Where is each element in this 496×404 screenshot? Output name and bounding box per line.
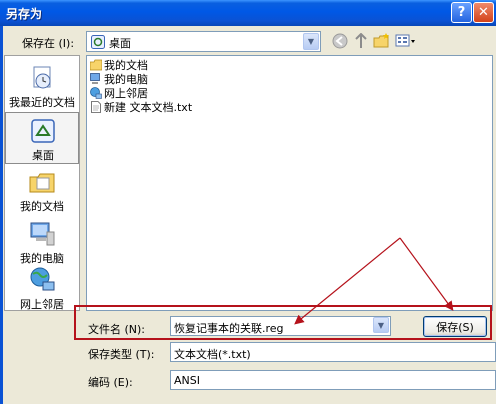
- filename-input[interactable]: 恢复记事本的关联.reg ▼: [170, 316, 391, 336]
- desktop-icon: [91, 35, 105, 49]
- view-menu-icon: [395, 34, 415, 47]
- network-icon: [30, 267, 55, 291]
- up-folder-button[interactable]: [352, 32, 370, 50]
- encoding-dropdown[interactable]: ANSI: [170, 370, 496, 390]
- place-network[interactable]: 网上邻居: [5, 262, 79, 314]
- places-bar: 我最近的文档 桌面 我的文档 我的电脑 网上邻居: [4, 55, 80, 311]
- place-label: 网上邻居: [20, 298, 64, 311]
- back-button[interactable]: [331, 32, 349, 50]
- file-list[interactable]: 我的文档 我的电脑 网上邻居 新建 文本文档.txt: [86, 55, 493, 311]
- place-label: 我最近的文档: [9, 96, 75, 109]
- filetype-value: 文本文档(*.txt): [174, 348, 251, 361]
- help-icon: ?: [457, 5, 466, 20]
- save-in-dropdown[interactable]: 桌面 ▼: [86, 31, 321, 52]
- place-label: 我的文档: [20, 200, 64, 213]
- place-my-computer[interactable]: 我的电脑: [5, 216, 79, 268]
- save-button-label: 保存(S): [436, 320, 474, 334]
- encoding-value: ANSI: [174, 374, 200, 387]
- save-button[interactable]: 保存(S): [423, 316, 487, 337]
- file-name: 新建 文本文档.txt: [104, 101, 193, 114]
- new-folder-icon: [373, 33, 389, 48]
- new-folder-button[interactable]: [373, 32, 391, 50]
- list-item[interactable]: 我的电脑: [90, 72, 148, 86]
- encoding-label: 编码 (E):: [88, 376, 133, 389]
- filename-label: 文件名 (N):: [88, 323, 146, 336]
- window-frame-left: [0, 26, 3, 404]
- title-bar: 另存为 ? ✕: [0, 0, 496, 26]
- save-in-label: 保存在 (I):: [22, 37, 75, 50]
- place-my-documents[interactable]: 我的文档: [5, 164, 79, 216]
- computer-icon: [30, 222, 55, 246]
- filename-dropdown[interactable]: ▼: [372, 316, 390, 336]
- desktop-icon: [31, 119, 55, 143]
- list-item[interactable]: 我的文档: [90, 58, 148, 72]
- chevron-down-icon[interactable]: ▼: [303, 33, 319, 50]
- documents-folder-icon: [29, 173, 55, 193]
- chevron-down-icon[interactable]: ▼: [373, 317, 389, 333]
- window-title: 另存为: [6, 7, 43, 21]
- computer-icon: [90, 73, 100, 84]
- view-menu-button[interactable]: [395, 32, 417, 50]
- place-label: 桌面: [32, 149, 54, 162]
- recent-documents-icon: [33, 66, 51, 89]
- help-button[interactable]: ?: [451, 2, 472, 23]
- list-item[interactable]: 网上邻居: [90, 86, 148, 100]
- filename-value: 恢复记事本的关联.reg: [174, 322, 284, 335]
- close-icon: ✕: [478, 5, 489, 20]
- network-icon: [90, 87, 102, 99]
- folder-icon: [90, 59, 102, 71]
- list-item[interactable]: 新建 文本文档.txt: [90, 100, 192, 114]
- text-file-icon: [91, 101, 101, 113]
- save-in-value: 桌面: [109, 37, 131, 50]
- back-arrow-icon: [332, 33, 348, 49]
- place-desktop[interactable]: 桌面: [5, 112, 79, 164]
- close-button[interactable]: ✕: [473, 2, 494, 23]
- up-folder-icon: [355, 33, 367, 48]
- filetype-label: 保存类型 (T):: [88, 348, 155, 361]
- filetype-dropdown[interactable]: 文本文档(*.txt): [170, 342, 496, 362]
- place-recent-documents[interactable]: 我最近的文档: [5, 60, 79, 112]
